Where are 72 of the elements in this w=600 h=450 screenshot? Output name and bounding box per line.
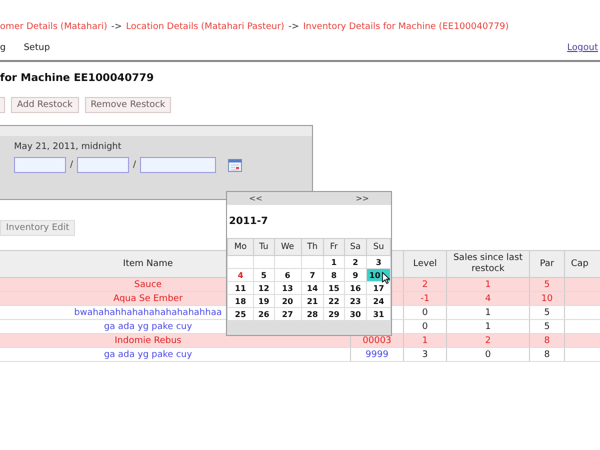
table-cell: 10 — [530, 292, 564, 306]
calendar-day[interactable]: 18 — [228, 294, 254, 308]
weekday-header: Sa — [344, 238, 367, 256]
calendar-day[interactable]: 1 — [324, 256, 344, 268]
action-button[interactable]: Remove Restock — [84, 97, 172, 113]
column-header: Level — [404, 250, 446, 278]
calendar-day[interactable]: 8 — [324, 268, 344, 282]
table-cell: 0 — [446, 348, 530, 362]
table-cell: 1 — [404, 334, 446, 348]
table-cell: 8 — [530, 348, 564, 362]
breadcrumb-link[interactable]: omer Details (Matahari) — [0, 22, 108, 32]
table-cell: 8 — [530, 334, 564, 348]
month-title: 2011-7 — [228, 215, 269, 229]
weekday-header: Fr — [324, 238, 344, 256]
date-separator: / — [132, 160, 138, 170]
breadcrumb-link[interactable]: Location Details (Matahari Pasteur) — [126, 22, 284, 32]
table-cell: -1 — [404, 292, 446, 306]
calendar-day[interactable]: 22 — [324, 294, 344, 308]
page-title: for Machine EE100040779 — [0, 72, 155, 84]
breadcrumb-link[interactable]: Inventory Details for Machine (EE100040779) — [303, 22, 509, 32]
calendar-day[interactable]: 15 — [324, 282, 344, 294]
column-header: Sales since last restock — [446, 250, 530, 278]
table-cell: 0 — [404, 306, 446, 320]
calendar-day[interactable]: 21 — [301, 294, 324, 308]
weekday-header: Mo — [228, 238, 254, 256]
weekday-header: Th — [301, 238, 324, 256]
calendar-day[interactable]: 2 — [344, 256, 367, 268]
item-name-link[interactable]: ga ada yg pake cuy — [0, 348, 350, 362]
calendar-icon[interactable] — [228, 158, 242, 172]
action-button[interactable]: Add Restock — [11, 97, 79, 113]
calendar-day[interactable]: 13 — [274, 282, 302, 294]
calendar-day[interactable]: 7 — [301, 268, 324, 282]
month-input-field[interactable] — [77, 157, 129, 173]
inventory-edit-button[interactable]: Inventory Edit — [0, 220, 76, 236]
calendar-day[interactable]: 12 — [253, 282, 274, 294]
nav-menu-item[interactable]: g — [0, 43, 6, 53]
item-code-link[interactable]: 9999 — [350, 348, 404, 362]
table-cell: 4 — [446, 292, 530, 306]
column-header: Par — [530, 250, 564, 278]
year-input-field[interactable] — [140, 157, 216, 173]
nav-menu-item[interactable]: Setup — [24, 43, 50, 53]
weekday-header: Su — [366, 238, 390, 256]
breadcrumb-separator: -> — [288, 22, 300, 32]
calendar-day[interactable]: 11 — [228, 282, 254, 294]
table-cell: 5 — [530, 278, 564, 292]
logout-link[interactable]: Logout — [567, 43, 598, 53]
weekday-header: Tu — [253, 238, 274, 256]
table-cell: 1 — [446, 278, 530, 292]
calendar-day[interactable]: 20 — [274, 294, 302, 308]
table-cell: 1 — [446, 306, 530, 320]
table-cell: 5 — [530, 306, 564, 320]
calendar-day[interactable]: 4 — [228, 268, 254, 282]
previous-month-link[interactable]: << — [249, 194, 262, 203]
cut-off-button[interactable] — [0, 97, 5, 113]
date-separator: / — [68, 160, 74, 170]
table-cell: 2 — [404, 278, 446, 292]
calendar-day[interactable]: 14 — [301, 282, 324, 294]
table-cell: 2 — [446, 334, 530, 348]
calendar-day[interactable]: 24 — [366, 294, 390, 308]
calendar-day[interactable]: 17 — [366, 282, 390, 294]
calendar-day[interactable]: 5 — [253, 268, 274, 282]
calendar-day[interactable]: 6 — [274, 268, 302, 282]
table-cell: 3 — [404, 348, 446, 362]
calendar-day[interactable]: 23 — [344, 294, 367, 308]
breadcrumb-separator: -> — [111, 22, 122, 32]
date-label: May 21, 2011, midnight — [14, 142, 122, 152]
day-input-field[interactable] — [14, 157, 66, 173]
weekday-header: We — [274, 238, 302, 256]
column-header: Cap — [564, 250, 600, 278]
next-month-link[interactable]: >> — [356, 194, 369, 203]
calendar-day[interactable]: 19 — [253, 294, 274, 308]
calendar-day[interactable]: 16 — [344, 282, 367, 294]
